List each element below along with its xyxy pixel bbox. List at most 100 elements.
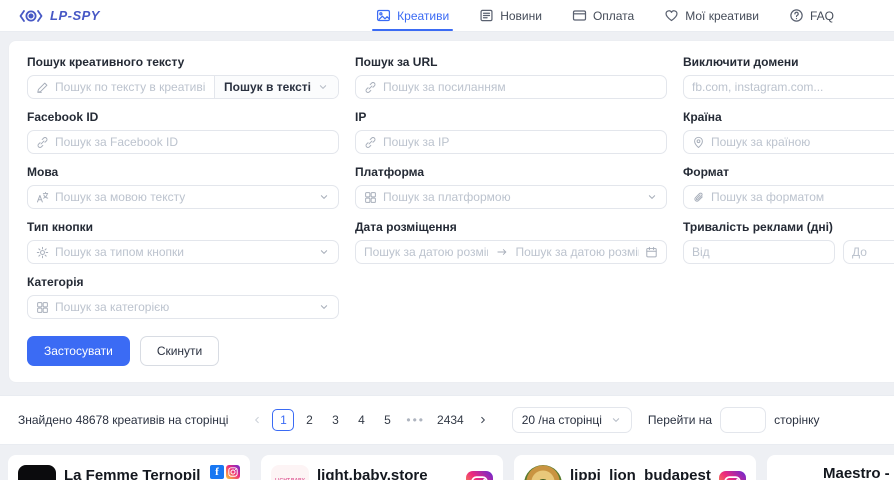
creative-title: lippi_lion_budapest — [570, 467, 711, 480]
placement-date-label: Дата розміщення — [355, 220, 667, 234]
ip-input[interactable] — [383, 135, 658, 149]
duration-label: Тривалість реклами (дні) — [683, 220, 894, 234]
creatives-list: LA FEMME La Femme Ternopil 2025-11-20 21… — [8, 455, 894, 480]
chevron-left-icon — [251, 414, 263, 426]
facebook-id-input[interactable] — [55, 135, 330, 149]
eye-logo-icon — [18, 8, 44, 24]
duration-to-input[interactable] — [852, 245, 894, 259]
instagram-icon — [466, 471, 493, 480]
creative-card[interactable]: LA FEMME La Femme Ternopil 2025-11-20 21… — [8, 455, 250, 480]
button-type-label: Тип кнопки — [27, 220, 339, 234]
creative-card[interactable]: Maestro - кухні, меблі на замовлення в У… — [767, 455, 894, 480]
creative-title: Maestro - кухні, меблі на замовлення в У… — [823, 465, 894, 480]
grid-icon — [36, 301, 49, 314]
nav-creatives[interactable]: Креативи — [376, 0, 449, 31]
pencil-icon — [36, 81, 49, 94]
nav-news[interactable]: Новини — [479, 0, 542, 31]
paperclip-icon — [692, 191, 705, 204]
field-category: Категорія — [27, 275, 339, 319]
nav-faq[interactable]: FAQ — [789, 0, 834, 31]
pagination-page-5[interactable]: 5 — [376, 409, 398, 431]
pagination-page-3[interactable]: 3 — [324, 409, 346, 431]
question-circle-icon — [789, 8, 804, 23]
nav-creatives-label: Креативи — [397, 9, 449, 23]
main-nav: Креативи Новини Оплата Мої креативи FAQ — [376, 0, 834, 31]
map-pin-icon — [692, 136, 705, 149]
duration-from-input[interactable] — [692, 245, 826, 259]
country-input[interactable] — [711, 135, 894, 149]
link-icon — [364, 136, 377, 149]
apply-button[interactable]: Застосувати — [27, 336, 130, 366]
country-label: Країна — [683, 110, 894, 124]
arrow-right-icon — [496, 246, 508, 258]
text-search-mode-select[interactable]: Пошук в тексті — [214, 76, 338, 98]
creative-text-inputbox — [28, 76, 214, 98]
facebook-icon — [210, 465, 224, 479]
goto-page-input[interactable] — [720, 407, 766, 433]
category-label: Категорія — [27, 275, 339, 289]
goto-suffix-label: сторінку — [774, 413, 819, 427]
chevron-down-icon — [318, 246, 330, 258]
nav-payment[interactable]: Оплата — [572, 0, 634, 31]
creative-text-input[interactable] — [55, 80, 206, 94]
format-label: Формат — [683, 165, 894, 179]
results-bar: Знайдено 48678 креативів на сторінці 1 2… — [0, 395, 894, 445]
date-from-input[interactable] — [364, 245, 488, 259]
field-placement-date: Дата розміщення — [355, 220, 667, 264]
nav-payment-label: Оплата — [593, 9, 634, 23]
pagination-last-page[interactable]: 2434 — [433, 409, 468, 431]
nav-faq-label: FAQ — [810, 9, 834, 23]
format-select[interactable] — [711, 190, 894, 204]
gear-icon — [36, 246, 49, 259]
button-type-select[interactable] — [55, 245, 312, 259]
chevron-down-icon — [318, 191, 330, 203]
pagination-prev-button[interactable] — [246, 409, 268, 431]
chevron-down-icon — [318, 301, 330, 313]
avatar — [524, 465, 562, 480]
field-ip: IP — [355, 110, 667, 154]
goto-prefix-label: Перейти на — [648, 413, 712, 427]
pagination-next-button[interactable] — [472, 409, 494, 431]
field-url: Пошук за URL — [355, 55, 667, 99]
field-button-type: Тип кнопки — [27, 220, 339, 264]
pagination-ellipsis[interactable]: ••• — [402, 409, 429, 431]
url-label: Пошук за URL — [355, 55, 667, 69]
news-icon — [479, 8, 494, 23]
text-search-mode-value: Пошук в тексті — [224, 80, 311, 94]
results-summary: Знайдено 48678 креативів на сторінці — [18, 413, 228, 427]
chevron-right-icon — [477, 414, 489, 426]
credit-card-icon — [572, 8, 587, 23]
field-exclude-domains: Виключити домени — [683, 55, 894, 99]
date-to-input[interactable] — [516, 245, 640, 259]
brand-name: LP-SPY — [50, 8, 100, 23]
pagination-page-1[interactable]: 1 — [272, 409, 294, 431]
instagram-icon — [719, 471, 746, 480]
field-duration: Тривалість реклами (дні) — [683, 220, 894, 264]
language-select[interactable] — [55, 190, 312, 204]
exclude-domains-input[interactable] — [692, 80, 894, 94]
field-language: Мова — [27, 165, 339, 209]
field-creative-text: Пошук креативного тексту Пошук в тексті — [27, 55, 339, 99]
nav-news-label: Новини — [500, 9, 542, 23]
creative-card[interactable]: LIGHT.BABY STORE light.baby.store 2025-1… — [261, 455, 503, 480]
category-select[interactable] — [55, 300, 312, 314]
platform-select[interactable] — [383, 190, 640, 204]
heart-icon — [664, 8, 679, 23]
facebook-id-label: Facebook ID — [27, 110, 339, 124]
nav-my-creatives[interactable]: Мої креативи — [664, 0, 759, 31]
chevron-down-icon — [317, 81, 329, 93]
language-label: Мова — [27, 165, 339, 179]
reset-button[interactable]: Скинути — [140, 336, 219, 366]
chevron-down-icon — [610, 414, 622, 426]
top-bar: LP-SPY Креативи Новини Оплата Мої креати… — [0, 0, 894, 32]
pagination-page-2[interactable]: 2 — [298, 409, 320, 431]
creative-title: light.baby.store — [317, 467, 458, 480]
url-input[interactable] — [383, 80, 658, 94]
translate-icon — [36, 191, 49, 204]
page-size-select[interactable]: 20 /на сторінці — [512, 407, 632, 433]
image-icon — [376, 8, 391, 23]
field-platform: Платформа — [355, 165, 667, 209]
creative-card[interactable]: lippi_lion_budapest 2025-11-20 21:02:03 … — [514, 455, 756, 480]
brand-logo[interactable]: LP-SPY — [18, 8, 100, 24]
pagination-page-4[interactable]: 4 — [350, 409, 372, 431]
